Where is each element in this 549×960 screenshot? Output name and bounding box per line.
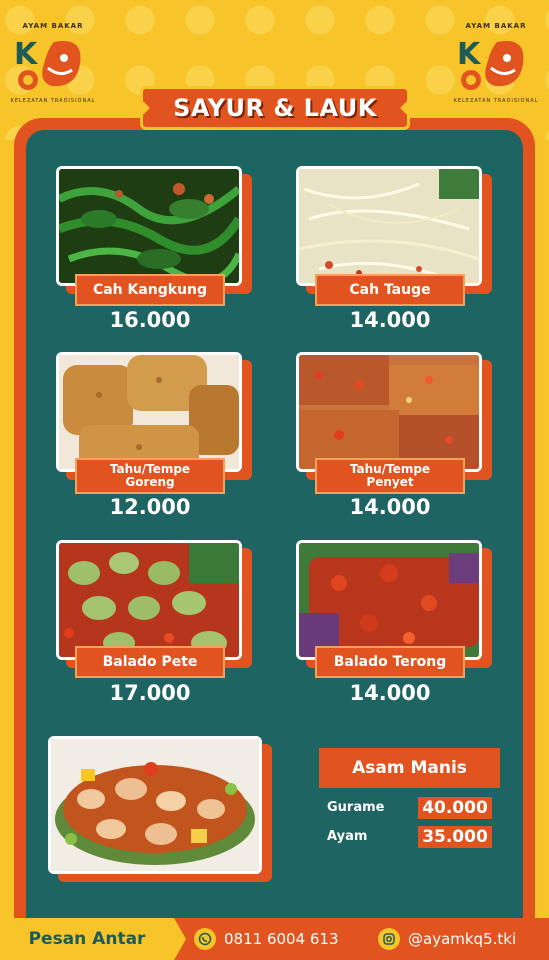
menu-name-label: Tahu/Tempe Goreng: [75, 458, 225, 494]
menu-price: 14.000: [349, 495, 431, 519]
footer-instagram-link[interactable]: @ayamkq5.tki: [378, 918, 516, 960]
brand-logo-right: AYAM BAKAR K KELEZATAN TRADISIONAL: [451, 22, 541, 112]
asam-item-name: Gurame: [327, 800, 385, 815]
food-photo-tahu-goreng: [56, 352, 242, 472]
footer-bar: Pesan Antar 0811 6004 613 @ayamkq5.tki: [0, 918, 549, 960]
menu-name-label: Balado Pete: [75, 646, 225, 678]
menu-card-cah-tauge[interactable]: [296, 166, 492, 294]
asam-item-price: 40.000: [418, 797, 492, 819]
brand-logo-left: AYAM BAKAR K KELEZATAN TRADISIONAL: [8, 22, 98, 112]
rooster-logo-icon: K: [14, 37, 81, 90]
menu-card-balado-terong[interactable]: [296, 540, 492, 668]
logo-small-text: AYAM BAKAR: [22, 22, 84, 30]
svg-text:K: K: [457, 37, 482, 72]
food-photo-asam-manis: [48, 736, 262, 874]
food-photo-terong: [296, 540, 482, 660]
menu-card-asam-manis[interactable]: [48, 736, 272, 882]
menu-name-label: Balado Terong: [315, 646, 465, 678]
menu-price: 14.000: [349, 681, 431, 705]
menu-price: 14.000: [349, 308, 431, 332]
logo-tagline: KELEZATAN TRADISIONAL: [453, 98, 539, 104]
menu-name-label: Tahu/Tempe Penyet: [315, 458, 465, 494]
footer-phone-link[interactable]: 0811 6004 613: [194, 918, 339, 960]
menu-card-tahu-tempe-goreng[interactable]: [56, 352, 252, 480]
menu-card-tahu-tempe-penyet[interactable]: [296, 352, 492, 480]
logo-small-text: AYAM BAKAR: [465, 22, 527, 30]
asam-item-price: 35.000: [418, 826, 492, 848]
menu-name-label: Cah Tauge: [315, 274, 465, 306]
food-photo-kangkung: [56, 166, 242, 286]
svg-text:K: K: [14, 37, 39, 72]
menu-name-line2: Penyet: [366, 475, 414, 489]
menu-price: 17.000: [109, 681, 191, 705]
pesan-antar-button[interactable]: Pesan Antar: [0, 918, 186, 960]
instagram-icon: [378, 928, 400, 950]
rooster-logo-icon: K: [457, 37, 524, 90]
whatsapp-icon: [194, 928, 216, 950]
food-photo-penyet: [296, 352, 482, 472]
menu-price: 16.000: [109, 308, 191, 332]
menu-name-line2: Goreng: [125, 475, 175, 489]
asam-item-name: Ayam: [327, 829, 368, 844]
menu-price: 12.000: [109, 495, 191, 519]
food-photo-tauge: [296, 166, 482, 286]
footer-instagram: @ayamkq5.tki: [408, 930, 517, 948]
menu-name-label: Cah Kangkung: [75, 274, 225, 306]
asam-manis-title: Asam Manis: [319, 748, 500, 788]
page-title: SAYUR & LAUK: [173, 94, 377, 122]
footer-phone: 0811 6004 613: [224, 930, 339, 948]
logo-tagline: KELEZATAN TRADISIONAL: [10, 98, 96, 104]
food-photo-pete: [56, 540, 242, 660]
title-banner: SAYUR & LAUK: [140, 86, 410, 130]
menu-card-cah-kangkung[interactable]: [56, 166, 252, 294]
menu-card-balado-pete[interactable]: [56, 540, 252, 668]
